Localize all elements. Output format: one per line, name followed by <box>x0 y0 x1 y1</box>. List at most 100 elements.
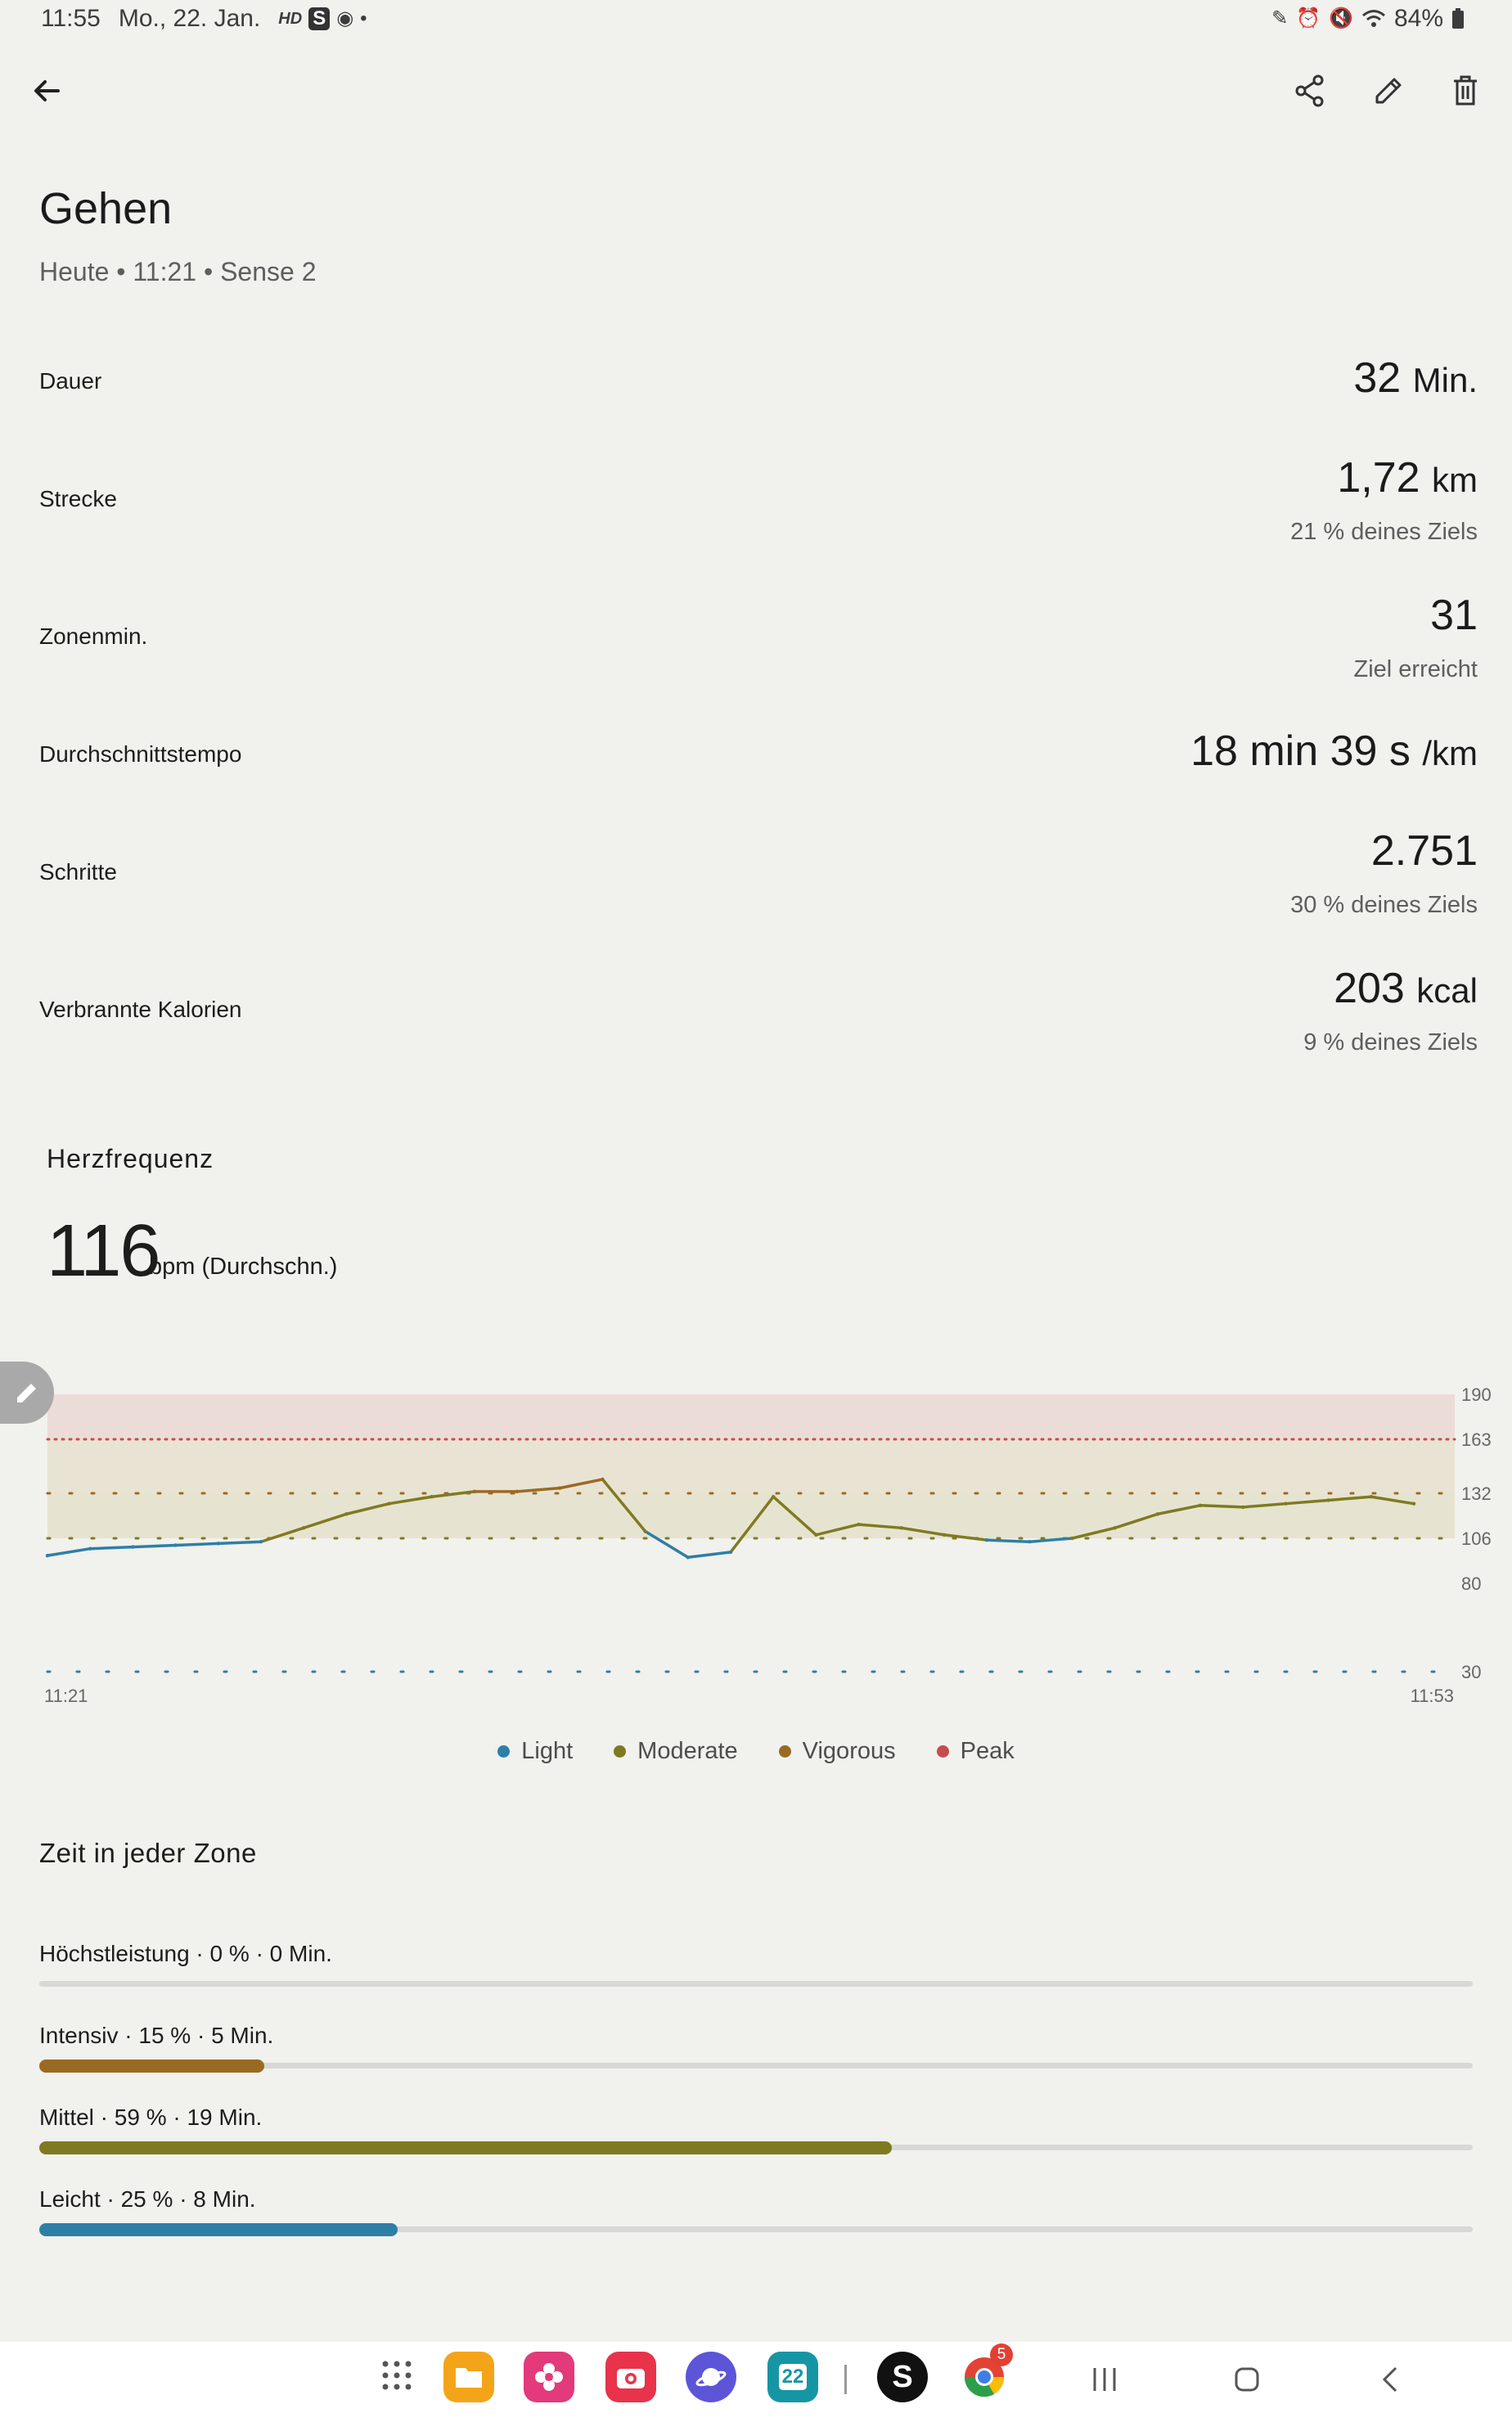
stat-label-steps: Schritte <box>39 859 117 885</box>
grid-icon <box>382 2361 412 2390</box>
zone-label-moderate: Mittel · 59 % · 19 Min. <box>39 2105 263 2130</box>
hr-line-segment <box>1028 1537 1074 1543</box>
s-app-icon: S <box>308 7 331 30</box>
legend-dot-vigorous <box>778 1745 791 1758</box>
legend-dot-peak <box>936 1745 949 1758</box>
legend-dot-moderate <box>614 1745 627 1758</box>
back-button[interactable] <box>18 62 75 119</box>
zone-fill-light <box>39 2223 398 2236</box>
planet-icon <box>695 2368 727 2387</box>
chart-legend: Light Moderate Vigorous Peak <box>0 1738 1512 1765</box>
status-icons-left: HD S ◉ • <box>278 7 367 30</box>
hr-data-point <box>216 1542 220 1546</box>
hr-data-point <box>301 1526 306 1530</box>
hr-line-segment <box>46 1546 92 1557</box>
y-tick-label: 80 <box>1461 1573 1481 1594</box>
y-tick-label: 106 <box>1461 1528 1492 1549</box>
flower-app-icon[interactable] <box>524 2352 574 2402</box>
flower-icon <box>535 2363 563 2391</box>
recents-button[interactable] <box>1088 2363 1121 2396</box>
hr-data-point <box>1369 1495 1374 1499</box>
files-app-icon[interactable] <box>443 2352 494 2402</box>
stat-value-duration: 32 Min. <box>1353 354 1478 402</box>
hr-data-point <box>344 1512 349 1516</box>
recents-icon <box>1093 2368 1116 2391</box>
status-bar-right: ✎ ⏰ 🔇 84% <box>1271 5 1465 33</box>
hr-data-point <box>1198 1503 1203 1508</box>
mute-icon: 🔇 <box>1329 7 1353 29</box>
chrome-icon: ◉ <box>336 7 354 29</box>
zone-label-light: Leicht · 25 % · 8 Min. <box>39 2186 256 2212</box>
home-icon <box>1235 2367 1259 2392</box>
hr-line-segment <box>985 1538 1032 1543</box>
hr-data-point <box>857 1522 861 1527</box>
chevron-left-icon <box>1382 2366 1397 2393</box>
stat-sub-distance: 21 % deines Ziels <box>1290 519 1478 545</box>
hr-data-point <box>515 1489 520 1494</box>
hr-data-point <box>259 1540 263 1544</box>
delete-button[interactable] <box>1437 62 1494 119</box>
battery-percent: 84% <box>1393 5 1443 32</box>
dock-divider <box>844 2365 847 2394</box>
hr-line-segment <box>88 1545 135 1551</box>
hr-line-segment <box>131 1543 178 1549</box>
chrome-app-icon[interactable]: 5 <box>959 2343 1013 2402</box>
hr-data-point <box>558 1486 562 1490</box>
stat-value-zone-minutes: 31 <box>1430 592 1478 639</box>
hr-data-point <box>173 1543 178 1547</box>
legend-item-vigorous: Vigorous <box>778 1738 896 1765</box>
back-nav-button[interactable] <box>1375 2363 1407 2396</box>
edit-button[interactable] <box>1360 62 1417 119</box>
hr-data-point <box>1028 1540 1032 1544</box>
hr-data-point <box>643 1529 647 1533</box>
hr-data-point <box>942 1533 947 1537</box>
legend-item-light: Light <box>497 1738 573 1765</box>
hr-data-point <box>728 1550 733 1555</box>
hr-data-point <box>88 1546 92 1551</box>
hr-data-point <box>387 1501 391 1506</box>
share-icon <box>1295 74 1324 107</box>
stat-label-zone-minutes: Zonenmin. <box>39 624 148 649</box>
stat-sub-steps: 30 % deines Ziels <box>1290 892 1478 918</box>
heart-rate-average: 116 <box>47 1210 160 1292</box>
zone-fill-moderate <box>39 2141 893 2154</box>
activity-title: Gehen <box>39 184 173 233</box>
battery-icon <box>1452 8 1464 29</box>
hr-data-point <box>899 1526 903 1530</box>
calendar-app-icon[interactable]: 22 <box>767 2352 818 2402</box>
camera-app-icon[interactable] <box>605 2352 656 2402</box>
zones-title: Zeit in jeder Zone <box>39 1838 257 1868</box>
hr-data-point <box>1241 1505 1245 1510</box>
hr-data-point <box>430 1495 434 1499</box>
hr-data-point <box>472 1489 477 1494</box>
zone-band-vigorous <box>47 1439 1455 1493</box>
hd-icon: HD <box>278 10 303 28</box>
pencil-icon <box>17 1384 36 1402</box>
stat-sub-calories: 9 % deines Ziels <box>1303 1029 1478 1056</box>
hr-data-point <box>1284 1501 1288 1506</box>
y-tick-label: 163 <box>1461 1429 1492 1450</box>
calendar-date: 22 <box>778 2364 808 2390</box>
internet-app-icon[interactable] <box>686 2352 736 2402</box>
heart-rate-unit: bpm (Durchschn.) <box>149 1254 338 1280</box>
s-app-icon[interactable]: S <box>877 2352 928 2402</box>
status-bar-left: 11:55 Mo., 22. Jan. HD S ◉ • <box>41 5 367 33</box>
share-button[interactable] <box>1281 62 1339 119</box>
hr-data-point <box>686 1555 691 1560</box>
zone-band-peak <box>47 1394 1455 1439</box>
zone-band-moderate <box>47 1493 1455 1538</box>
hr-data-point <box>1411 1501 1416 1506</box>
app-drawer-icon[interactable] <box>378 2357 416 2394</box>
stat-value-distance: 1,72 km <box>1337 454 1478 502</box>
legend-item-moderate: Moderate <box>614 1738 738 1765</box>
x-tick-label: 11:21 <box>44 1686 88 1706</box>
alarm-icon: ⏰ <box>1296 7 1321 29</box>
heart-rate-title: Herzfrequenz <box>47 1144 214 1173</box>
stat-label-distance: Strecke <box>39 486 117 511</box>
pen-icon: ✎ <box>1271 7 1289 29</box>
arrow-left-icon <box>34 80 60 101</box>
hr-line-segment <box>173 1542 220 1547</box>
stat-value-steps: 2.751 <box>1370 827 1478 875</box>
status-date: Mo., 22. Jan. <box>118 5 261 32</box>
home-button[interactable] <box>1231 2363 1263 2396</box>
